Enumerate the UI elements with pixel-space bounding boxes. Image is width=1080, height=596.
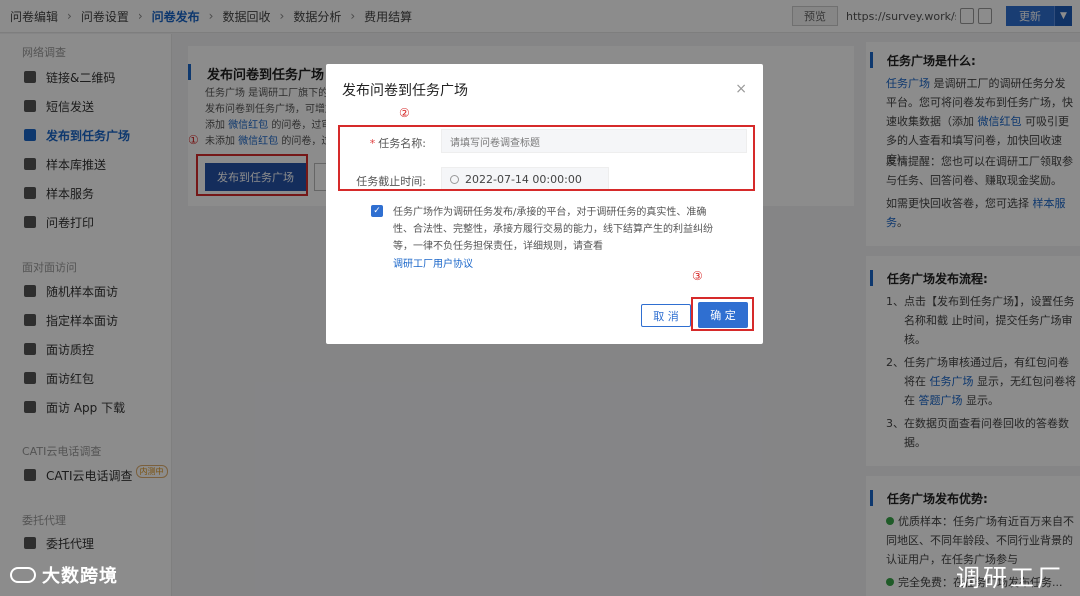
dialog-title: 发布问卷到任务广场	[342, 83, 468, 99]
annotation-number: ②	[399, 106, 410, 120]
annotation-box	[338, 125, 755, 191]
agree-checkbox[interactable]: ✓	[371, 205, 383, 217]
watermark-left: 大数跨境	[10, 562, 118, 588]
publish-dialog: 发布问卷到任务广场 × * 任务名称: 请填写问卷调查标题 任务截止时间: 202…	[326, 64, 763, 344]
watermark-right: 调研工厂	[956, 564, 1064, 592]
annotation-box	[691, 297, 754, 331]
cancel-button[interactable]: 取 消	[641, 304, 691, 327]
agreement-text: 任务广场作为调研任务发布/承接的平台，对于调研任务的真实性、准确性、合法性、完整…	[393, 207, 713, 252]
brand-logo-icon	[10, 567, 36, 583]
user-agreement-link[interactable]: 调研工厂用户协议	[393, 255, 473, 270]
close-icon[interactable]: ×	[735, 81, 747, 97]
annotation-number: ③	[692, 269, 703, 283]
